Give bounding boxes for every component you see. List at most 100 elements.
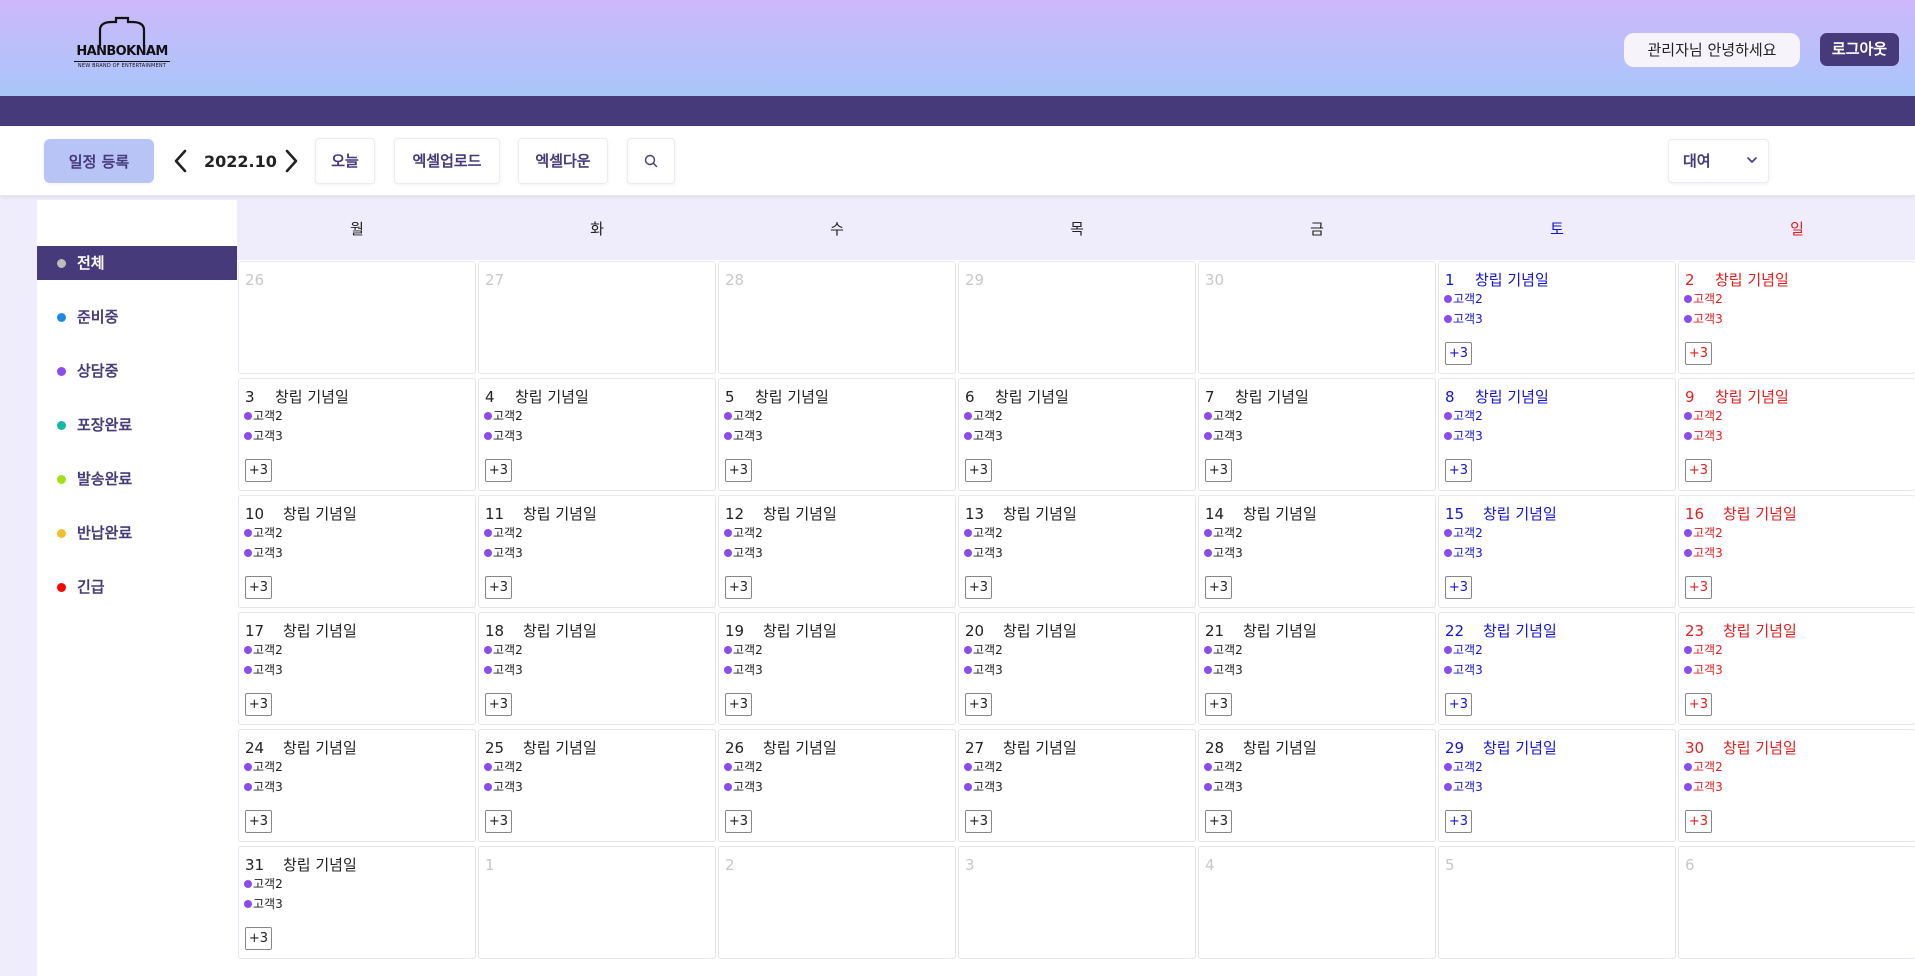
customer-entry[interactable]: 고객3: [1204, 546, 1243, 560]
event-title[interactable]: 창립 기념일: [1723, 738, 1797, 758]
day-cell[interactable]: 25 창립 기념일 고객2 고객3 +3: [478, 729, 716, 842]
event-title[interactable]: 창립 기념일: [763, 621, 837, 641]
event-title[interactable]: 창립 기념일: [1475, 387, 1549, 407]
more-events-button[interactable]: +3: [725, 576, 752, 599]
event-title[interactable]: 창립 기념일: [1475, 270, 1549, 290]
event-title[interactable]: 창립 기념일: [1243, 738, 1317, 758]
customer-entry[interactable]: 고객2: [724, 409, 763, 423]
day-cell[interactable]: 27 창립 기념일 고객2 고객3 +3: [958, 729, 1196, 842]
sidebar-item-4[interactable]: 발송완료: [37, 462, 237, 496]
day-cell[interactable]: 31 창립 기념일 고객2 고객3 +3: [238, 846, 476, 959]
day-cell[interactable]: 6 창립 기념일 고객2 고객3 +3: [958, 378, 1196, 491]
sidebar-item-2[interactable]: 상담중: [37, 354, 237, 388]
customer-entry[interactable]: 고객2: [1684, 760, 1723, 774]
event-title[interactable]: 창립 기념일: [763, 504, 837, 524]
day-cell[interactable]: 10 창립 기념일 고객2 고객3 +3: [238, 495, 476, 608]
customer-entry[interactable]: 고객2: [244, 877, 283, 891]
customer-entry[interactable]: 고객3: [1204, 429, 1243, 443]
more-events-button[interactable]: +3: [1445, 576, 1472, 599]
customer-entry[interactable]: 고객2: [484, 526, 523, 540]
customer-entry[interactable]: 고객2: [964, 409, 1003, 423]
more-events-button[interactable]: +3: [485, 459, 512, 482]
event-title[interactable]: 창립 기념일: [283, 621, 357, 641]
event-title[interactable]: 창립 기념일: [523, 621, 597, 641]
more-events-button[interactable]: +3: [245, 927, 272, 950]
day-cell[interactable]: 2: [718, 846, 956, 959]
customer-entry[interactable]: 고객3: [244, 897, 283, 911]
category-select[interactable]: 대여: [1668, 139, 1769, 183]
sidebar-item-3[interactable]: 포장완료: [37, 408, 237, 442]
more-events-button[interactable]: +3: [245, 576, 272, 599]
customer-entry[interactable]: 고객2: [1444, 526, 1483, 540]
day-cell[interactable]: 26 창립 기념일 고객2 고객3 +3: [718, 729, 956, 842]
event-title[interactable]: 창립 기념일: [1483, 738, 1557, 758]
more-events-button[interactable]: +3: [485, 810, 512, 833]
day-cell[interactable]: 23 창립 기념일 고객2 고객3 +3: [1678, 612, 1915, 725]
day-cell[interactable]: 30 창립 기념일 고객2 고객3 +3: [1678, 729, 1915, 842]
event-title[interactable]: 창립 기념일: [523, 504, 597, 524]
day-cell[interactable]: 7 창립 기념일 고객2 고객3 +3: [1198, 378, 1436, 491]
event-title[interactable]: 창립 기념일: [275, 387, 349, 407]
customer-entry[interactable]: 고객3: [1444, 312, 1483, 326]
more-events-button[interactable]: +3: [965, 459, 992, 482]
day-cell[interactable]: 15 창립 기념일 고객2 고객3 +3: [1438, 495, 1676, 608]
more-events-button[interactable]: +3: [725, 693, 752, 716]
event-title[interactable]: 창립 기념일: [995, 387, 1069, 407]
event-title[interactable]: 창립 기념일: [1723, 621, 1797, 641]
more-events-button[interactable]: +3: [1685, 693, 1712, 716]
more-events-button[interactable]: +3: [1685, 576, 1712, 599]
customer-entry[interactable]: 고객2: [1684, 409, 1723, 423]
event-title[interactable]: 창립 기념일: [1715, 270, 1789, 290]
customer-entry[interactable]: 고객3: [964, 546, 1003, 560]
customer-entry[interactable]: 고객2: [964, 760, 1003, 774]
more-events-button[interactable]: +3: [485, 576, 512, 599]
brand-logo[interactable]: HANBOKNAM NEW BRAND OF ENTERTAINMENT: [74, 16, 170, 78]
more-events-button[interactable]: +3: [1205, 459, 1232, 482]
event-title[interactable]: 창립 기념일: [515, 387, 589, 407]
customer-entry[interactable]: 고객2: [484, 409, 523, 423]
customer-entry[interactable]: 고객3: [1684, 663, 1723, 677]
customer-entry[interactable]: 고객2: [1204, 409, 1243, 423]
more-events-button[interactable]: +3: [1445, 459, 1472, 482]
customer-entry[interactable]: 고객3: [724, 546, 763, 560]
customer-entry[interactable]: 고객2: [964, 643, 1003, 657]
day-cell[interactable]: 28 창립 기념일 고객2 고객3 +3: [1198, 729, 1436, 842]
sidebar-item-6[interactable]: 긴급: [37, 570, 237, 604]
day-cell[interactable]: 19 창립 기념일 고객2 고객3 +3: [718, 612, 956, 725]
day-cell[interactable]: 4 창립 기념일 고객2 고객3 +3: [478, 378, 716, 491]
customer-entry[interactable]: 고객3: [964, 429, 1003, 443]
customer-entry[interactable]: 고객3: [1444, 546, 1483, 560]
event-title[interactable]: 창립 기념일: [1723, 504, 1797, 524]
customer-entry[interactable]: 고객3: [1444, 429, 1483, 443]
sidebar-item-5[interactable]: 반납완료: [37, 516, 237, 550]
customer-entry[interactable]: 고객3: [964, 663, 1003, 677]
customer-entry[interactable]: 고객3: [484, 663, 523, 677]
customer-entry[interactable]: 고객3: [484, 780, 523, 794]
next-month-button[interactable]: [280, 148, 302, 174]
more-events-button[interactable]: +3: [1685, 459, 1712, 482]
day-cell[interactable]: 26: [238, 261, 476, 374]
more-events-button[interactable]: +3: [245, 810, 272, 833]
event-title[interactable]: 창립 기념일: [523, 738, 597, 758]
day-cell[interactable]: 20 창립 기념일 고객2 고객3 +3: [958, 612, 1196, 725]
customer-entry[interactable]: 고객2: [1444, 292, 1483, 306]
day-cell[interactable]: 9 창립 기념일 고객2 고객3 +3: [1678, 378, 1915, 491]
day-cell[interactable]: 14 창립 기념일 고객2 고객3 +3: [1198, 495, 1436, 608]
event-title[interactable]: 창립 기념일: [1483, 621, 1557, 641]
customer-entry[interactable]: 고객2: [484, 643, 523, 657]
customer-entry[interactable]: 고객3: [1684, 429, 1723, 443]
more-events-button[interactable]: +3: [1445, 693, 1472, 716]
day-cell[interactable]: 5: [1438, 846, 1676, 959]
day-cell[interactable]: 1: [478, 846, 716, 959]
customer-entry[interactable]: 고객3: [244, 663, 283, 677]
day-cell[interactable]: 21 창립 기념일 고객2 고객3 +3: [1198, 612, 1436, 725]
day-cell[interactable]: 16 창립 기념일 고객2 고객3 +3: [1678, 495, 1915, 608]
customer-entry[interactable]: 고객2: [1444, 409, 1483, 423]
day-cell[interactable]: 13 창립 기념일 고객2 고객3 +3: [958, 495, 1196, 608]
more-events-button[interactable]: +3: [1685, 342, 1712, 365]
day-cell[interactable]: 4: [1198, 846, 1436, 959]
customer-entry[interactable]: 고객3: [724, 663, 763, 677]
day-cell[interactable]: 28: [718, 261, 956, 374]
prev-month-button[interactable]: [170, 148, 192, 174]
event-title[interactable]: 창립 기념일: [1003, 621, 1077, 641]
